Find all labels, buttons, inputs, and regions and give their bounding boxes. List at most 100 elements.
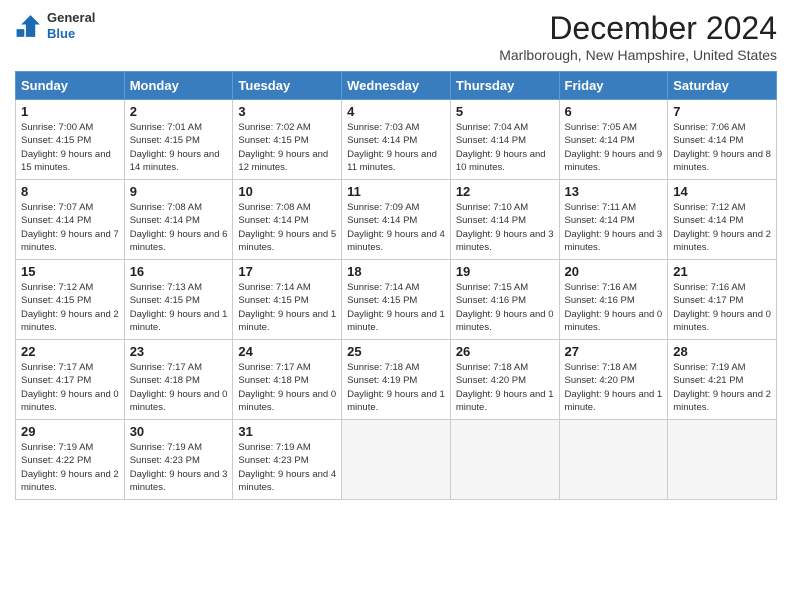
day-header-friday: Friday xyxy=(559,72,668,100)
day-info: Sunrise: 7:18 AMSunset: 4:20 PMDaylight:… xyxy=(456,361,554,414)
calendar-cell: 8 Sunrise: 7:07 AMSunset: 4:14 PMDaylight… xyxy=(16,180,125,260)
calendar-cell: 29Sunrise: 7:19 AMSunset: 4:22 PMDayligh… xyxy=(16,420,125,500)
day-info: Sunrise: 7:00 AMSunset: 4:15 PMDaylight:… xyxy=(21,121,119,174)
day-header-sunday: Sunday xyxy=(16,72,125,100)
month-title: December 2024 xyxy=(499,10,777,47)
day-info: Sunrise: 7:06 AMSunset: 4:14 PMDaylight:… xyxy=(673,121,771,174)
day-info: Sunrise: 7:18 AMSunset: 4:19 PMDaylight:… xyxy=(347,361,445,414)
day-number: 21 xyxy=(673,264,771,279)
day-number: 22 xyxy=(21,344,119,359)
calendar-cell xyxy=(450,420,559,500)
day-number: 9 xyxy=(130,184,228,199)
day-info: Sunrise: 7:04 AMSunset: 4:14 PMDaylight:… xyxy=(456,121,554,174)
calendar-cell: 10 Sunrise: 7:08 AMSunset: 4:14 PMDayligh… xyxy=(233,180,342,260)
calendar-cell: 25 Sunrise: 7:18 AMSunset: 4:19 PMDayligh… xyxy=(342,340,451,420)
calendar-cell xyxy=(342,420,451,500)
calendar-cell: 11Sunrise: 7:09 AMSunset: 4:14 PMDayligh… xyxy=(342,180,451,260)
day-number: 14 xyxy=(673,184,771,199)
day-number: 16 xyxy=(130,264,228,279)
day-header-thursday: Thursday xyxy=(450,72,559,100)
day-number: 31 xyxy=(238,424,336,439)
day-info: Sunrise: 7:12 AMSunset: 4:15 PMDaylight:… xyxy=(21,281,119,334)
day-number: 26 xyxy=(456,344,554,359)
day-info: Sunrise: 7:16 AMSunset: 4:17 PMDaylight:… xyxy=(673,281,771,334)
calendar-cell: 31 Sunrise: 7:19 AMSunset: 4:23 PMDayligh… xyxy=(233,420,342,500)
calendar-cell: 30 Sunrise: 7:19 AMSunset: 4:23 PMDayligh… xyxy=(124,420,233,500)
day-number: 20 xyxy=(565,264,663,279)
day-number: 28 xyxy=(673,344,771,359)
day-info: Sunrise: 7:02 AMSunset: 4:15 PMDaylight:… xyxy=(238,121,336,174)
day-info: Sunrise: 7:01 AMSunset: 4:15 PMDaylight:… xyxy=(130,121,228,174)
week-row-3: 15 Sunrise: 7:12 AMSunset: 4:15 PMDayligh… xyxy=(16,260,777,340)
week-row-5: 29Sunrise: 7:19 AMSunset: 4:22 PMDayligh… xyxy=(16,420,777,500)
calendar-cell xyxy=(559,420,668,500)
day-number: 2 xyxy=(130,104,228,119)
day-info: Sunrise: 7:19 AMSunset: 4:23 PMDaylight:… xyxy=(130,441,228,494)
day-info: Sunrise: 7:17 AMSunset: 4:18 PMDaylight:… xyxy=(238,361,336,414)
title-area: December 2024 Marlborough, New Hampshire… xyxy=(499,10,777,63)
calendar-cell: 22 Sunrise: 7:17 AMSunset: 4:17 PMDayligh… xyxy=(16,340,125,420)
day-number: 7 xyxy=(673,104,771,119)
calendar-cell: 17Sunrise: 7:14 AMSunset: 4:15 PMDayligh… xyxy=(233,260,342,340)
calendar-table: SundayMondayTuesdayWednesdayThursdayFrid… xyxy=(15,71,777,500)
calendar-cell: 14 Sunrise: 7:12 AMSunset: 4:14 PMDayligh… xyxy=(668,180,777,260)
calendar-cell: 18 Sunrise: 7:14 AMSunset: 4:15 PMDayligh… xyxy=(342,260,451,340)
calendar-cell: 13Sunrise: 7:11 AMSunset: 4:14 PMDayligh… xyxy=(559,180,668,260)
day-info: Sunrise: 7:12 AMSunset: 4:14 PMDaylight:… xyxy=(673,201,771,254)
day-info: Sunrise: 7:17 AMSunset: 4:18 PMDaylight:… xyxy=(130,361,228,414)
calendar-cell xyxy=(668,420,777,500)
logo-text: General Blue xyxy=(47,10,95,41)
calendar-cell: 27Sunrise: 7:18 AMSunset: 4:20 PMDayligh… xyxy=(559,340,668,420)
day-number: 25 xyxy=(347,344,445,359)
logo-line1: General xyxy=(47,10,95,26)
calendar-cell: 9 Sunrise: 7:08 AMSunset: 4:14 PMDaylight… xyxy=(124,180,233,260)
day-number: 6 xyxy=(565,104,663,119)
day-number: 5 xyxy=(456,104,554,119)
logo-icon xyxy=(15,12,43,40)
calendar-cell: 21 Sunrise: 7:16 AMSunset: 4:17 PMDayligh… xyxy=(668,260,777,340)
day-info: Sunrise: 7:05 AMSunset: 4:14 PMDaylight:… xyxy=(565,121,663,174)
day-header-tuesday: Tuesday xyxy=(233,72,342,100)
calendar-cell: 7 Sunrise: 7:06 AMSunset: 4:14 PMDaylight… xyxy=(668,100,777,180)
day-info: Sunrise: 7:07 AMSunset: 4:14 PMDaylight:… xyxy=(21,201,119,254)
day-number: 4 xyxy=(347,104,445,119)
calendar-cell: 3 Sunrise: 7:02 AMSunset: 4:15 PMDaylight… xyxy=(233,100,342,180)
calendar-cell: 26 Sunrise: 7:18 AMSunset: 4:20 PMDayligh… xyxy=(450,340,559,420)
day-info: Sunrise: 7:19 AMSunset: 4:23 PMDaylight:… xyxy=(238,441,336,494)
day-number: 3 xyxy=(238,104,336,119)
calendar-cell: 12Sunrise: 7:10 AMSunset: 4:14 PMDayligh… xyxy=(450,180,559,260)
day-number: 15 xyxy=(21,264,119,279)
calendar-cell: 6 Sunrise: 7:05 AMSunset: 4:14 PMDaylight… xyxy=(559,100,668,180)
day-number: 18 xyxy=(347,264,445,279)
day-number: 17 xyxy=(238,264,336,279)
day-info: Sunrise: 7:10 AMSunset: 4:14 PMDaylight:… xyxy=(456,201,554,254)
day-info: Sunrise: 7:14 AMSunset: 4:15 PMDaylight:… xyxy=(347,281,445,334)
day-number: 30 xyxy=(130,424,228,439)
logo: General Blue xyxy=(15,10,95,41)
day-number: 11 xyxy=(347,184,445,199)
day-header-monday: Monday xyxy=(124,72,233,100)
calendar-cell: 24 Sunrise: 7:17 AMSunset: 4:18 PMDayligh… xyxy=(233,340,342,420)
calendar-cell: 2 Sunrise: 7:01 AMSunset: 4:15 PMDaylight… xyxy=(124,100,233,180)
day-number: 29 xyxy=(21,424,119,439)
day-header-saturday: Saturday xyxy=(668,72,777,100)
day-info: Sunrise: 7:18 AMSunset: 4:20 PMDaylight:… xyxy=(565,361,663,414)
day-number: 8 xyxy=(21,184,119,199)
calendar-cell: 23 Sunrise: 7:17 AMSunset: 4:18 PMDayligh… xyxy=(124,340,233,420)
calendar-cell: 4 Sunrise: 7:03 AMSunset: 4:14 PMDaylight… xyxy=(342,100,451,180)
day-number: 1 xyxy=(21,104,119,119)
calendar-cell: 5 Sunrise: 7:04 AMSunset: 4:14 PMDaylight… xyxy=(450,100,559,180)
day-number: 24 xyxy=(238,344,336,359)
day-info: Sunrise: 7:03 AMSunset: 4:14 PMDaylight:… xyxy=(347,121,445,174)
day-info: Sunrise: 7:19 AMSunset: 4:21 PMDaylight:… xyxy=(673,361,771,414)
day-number: 13 xyxy=(565,184,663,199)
day-info: Sunrise: 7:17 AMSunset: 4:17 PMDaylight:… xyxy=(21,361,119,414)
location-subtitle: Marlborough, New Hampshire, United State… xyxy=(499,47,777,63)
day-info: Sunrise: 7:08 AMSunset: 4:14 PMDaylight:… xyxy=(130,201,228,254)
calendar-cell: 28 Sunrise: 7:19 AMSunset: 4:21 PMDayligh… xyxy=(668,340,777,420)
day-number: 10 xyxy=(238,184,336,199)
day-info: Sunrise: 7:08 AMSunset: 4:14 PMDaylight:… xyxy=(238,201,336,254)
calendar-cell: 16Sunrise: 7:13 AMSunset: 4:15 PMDayligh… xyxy=(124,260,233,340)
calendar-cell: 1 Sunrise: 7:00 AMSunset: 4:15 PMDaylight… xyxy=(16,100,125,180)
day-number: 23 xyxy=(130,344,228,359)
